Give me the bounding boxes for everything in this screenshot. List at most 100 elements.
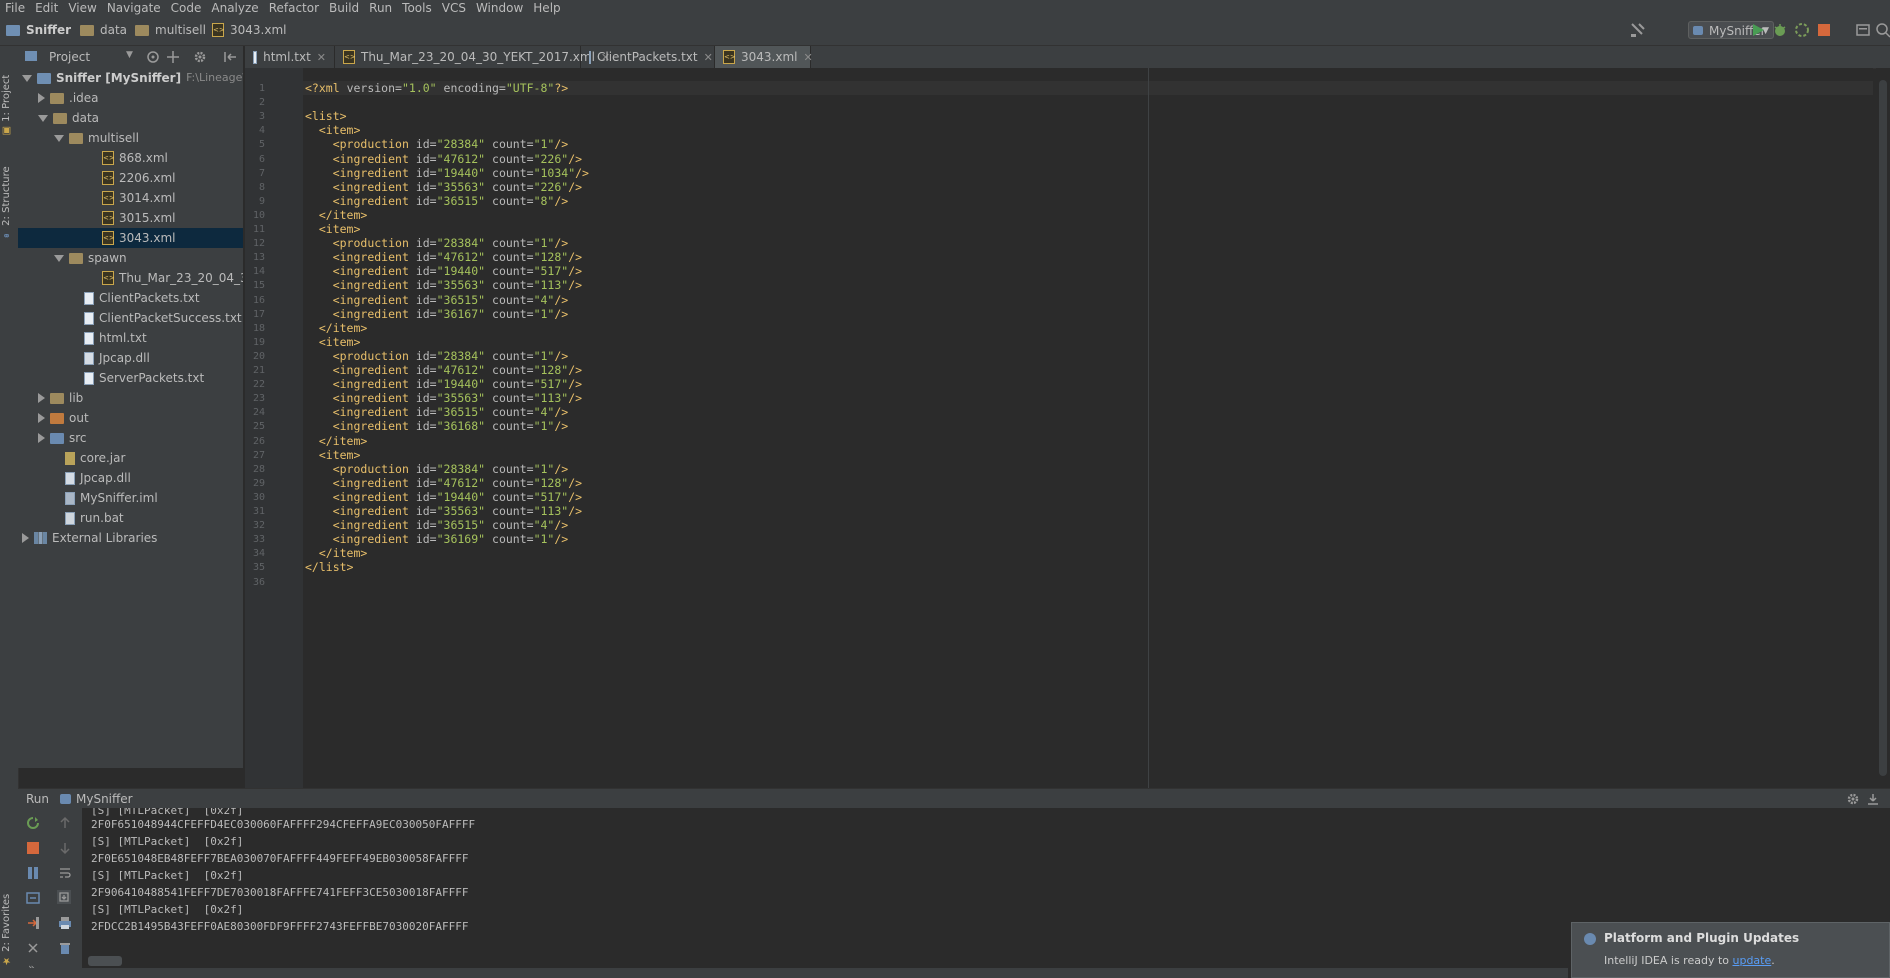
scroll-from-source-icon[interactable] xyxy=(146,50,160,64)
breadcrumb-multisell[interactable]: multisell▸ xyxy=(135,23,224,37)
close-icon[interactable]: ✕ xyxy=(317,51,326,64)
breadcrumb-project[interactable]: Sniffer▸ xyxy=(6,23,89,37)
tree-item-external-libraries[interactable]: External Libraries xyxy=(22,528,157,548)
run-play-icon[interactable] xyxy=(1750,22,1766,38)
debug-bug-icon[interactable] xyxy=(1772,22,1788,38)
tab-clientpackets-txt[interactable]: ClientPackets.txt ✕ xyxy=(581,46,715,68)
line-number: 24 xyxy=(252,407,265,419)
chevron-down-icon[interactable]: ▼ xyxy=(126,50,133,60)
tree-item-file[interactable]: ClientPacketSuccess.txt xyxy=(84,308,242,328)
expand-arrow-icon[interactable] xyxy=(38,114,48,122)
tree-item-file[interactable]: ClientPackets.txt xyxy=(84,288,200,308)
stop-icon[interactable] xyxy=(1816,22,1832,38)
tree-item-lib[interactable]: lib xyxy=(38,388,83,408)
tree-item-idea[interactable]: .idea xyxy=(38,88,99,108)
update-notification[interactable]: Platform and Plugin Updates IntelliJ IDE… xyxy=(1571,922,1890,978)
tree-item-file[interactable]: <> 3014.xml xyxy=(102,188,175,208)
collapse-arrow-icon[interactable] xyxy=(38,413,45,423)
project-structure-icon[interactable] xyxy=(1855,22,1871,38)
print-icon[interactable] xyxy=(58,916,72,930)
soft-wrap-icon[interactable] xyxy=(58,866,72,880)
tree-item-spawn[interactable]: spawn xyxy=(54,248,127,268)
console-line: 2F0F651048944CFEFFD4EC030060FAFFFF294CFE… xyxy=(91,818,476,831)
breadcrumb-file[interactable]: <> 3043.xml xyxy=(212,23,286,37)
menu-vcs[interactable]: VCS xyxy=(437,1,471,15)
gear-icon[interactable] xyxy=(193,50,207,64)
project-view-selector[interactable]: Project xyxy=(49,50,90,64)
collapse-arrow-icon[interactable] xyxy=(38,433,45,443)
exit-icon[interactable] xyxy=(26,916,40,930)
menu-tools[interactable]: Tools xyxy=(397,1,437,15)
menu-navigate[interactable]: Navigate xyxy=(102,1,166,15)
tree-item-file[interactable]: ServerPackets.txt xyxy=(84,368,204,388)
menu-window[interactable]: Window xyxy=(471,1,528,15)
arrow-up-icon[interactable] xyxy=(58,816,72,830)
tree-item-file[interactable]: MySniffer.iml xyxy=(65,488,158,508)
pause-icon[interactable] xyxy=(26,866,40,880)
menu-view[interactable]: View xyxy=(63,1,101,15)
tree-item-file[interactable]: core.jar xyxy=(65,448,125,468)
folder-icon xyxy=(50,92,64,104)
tree-root[interactable]: Sniffer [MySniffer] F:\Lineage\Sni xyxy=(22,68,243,88)
scroll-to-end-icon[interactable] xyxy=(57,890,71,904)
collapse-arrow-icon[interactable] xyxy=(38,393,45,403)
vertical-scrollbar[interactable]: ✓ xyxy=(1876,68,1890,788)
menu-file[interactable]: File xyxy=(0,1,30,15)
tree-item-file[interactable]: html.txt xyxy=(84,328,147,348)
menu-code[interactable]: Code xyxy=(166,1,207,15)
expand-arrow-icon[interactable] xyxy=(22,74,32,82)
tab-html-txt[interactable]: html.txt ✕ xyxy=(245,46,335,68)
tab-thu-mar-xml[interactable]: <> Thu_Mar_23_20_04_30_YEKT_2017.xml ✕ xyxy=(335,46,610,68)
update-link[interactable]: update xyxy=(1733,954,1772,967)
close-icon[interactable]: ✕ xyxy=(704,51,713,64)
structure-tool-window-tab[interactable]: ⚭ 2: Structure xyxy=(1,150,12,240)
coverage-icon[interactable] xyxy=(1794,22,1810,38)
collapse-arrow-icon[interactable] xyxy=(22,533,29,543)
project-tool-window-tab[interactable]: ▣ 1: Project xyxy=(1,56,12,136)
dll-file-icon xyxy=(84,351,94,365)
dump-threads-icon[interactable] xyxy=(26,891,40,905)
menu-run[interactable]: Run xyxy=(364,1,397,15)
tree-item-multisell[interactable]: multisell xyxy=(54,128,139,148)
tree-item-out[interactable]: out xyxy=(38,408,89,428)
tree-item-file[interactable]: Jpcap.dll xyxy=(84,348,150,368)
scroll-thumb[interactable] xyxy=(1879,80,1887,776)
menu-edit[interactable]: Edit xyxy=(30,1,63,15)
hide-panel-icon[interactable] xyxy=(223,50,237,64)
horizontal-scrollbar[interactable] xyxy=(88,956,122,966)
build-hammer-icon[interactable] xyxy=(1629,21,1647,39)
expand-arrow-icon[interactable] xyxy=(54,254,64,262)
stop-icon[interactable] xyxy=(26,841,40,855)
tree-item-src[interactable]: src xyxy=(38,428,87,448)
code-line: <production id="28384" count="1"/> xyxy=(332,236,569,251)
tree-item-file[interactable]: Jpcap.dll xyxy=(65,468,131,488)
collapse-all-icon[interactable] xyxy=(166,50,180,64)
gear-icon[interactable] xyxy=(1846,792,1860,806)
collapse-arrow-icon[interactable] xyxy=(38,93,45,103)
expand-arrow-icon[interactable] xyxy=(54,134,64,142)
tree-item-file[interactable]: <> 3015.xml xyxy=(102,208,175,228)
line-number: 22 xyxy=(252,379,265,391)
favorites-tool-window-tab[interactable]: ★ 2: Favorites xyxy=(1,886,12,966)
menu-refactor[interactable]: Refactor xyxy=(264,1,324,15)
code-line: <item> xyxy=(318,222,361,236)
arrow-down-icon[interactable] xyxy=(58,841,72,855)
menu-analyze[interactable]: Analyze xyxy=(206,1,263,15)
hide-panel-icon[interactable] xyxy=(1866,792,1880,806)
folder-icon xyxy=(69,252,83,264)
tree-item-file[interactable]: run.bat xyxy=(65,508,124,528)
code-editor[interactable]: <?xml version="1.0" encoding="UTF-8"?> <l… xyxy=(303,68,1873,788)
tab-3043-xml[interactable]: <> 3043.xml ✕ xyxy=(715,46,813,68)
tree-item-file-selected[interactable]: <> 3043.xml xyxy=(102,228,175,248)
search-icon[interactable] xyxy=(1875,22,1890,38)
menu-build[interactable]: Build xyxy=(324,1,364,15)
tree-item-file[interactable]: <> 868.xml xyxy=(102,148,168,168)
tree-item-file[interactable]: <> 2206.xml xyxy=(102,168,175,188)
rerun-icon[interactable] xyxy=(26,816,40,830)
menu-help[interactable]: Help xyxy=(528,1,565,15)
close-icon[interactable] xyxy=(26,941,40,955)
tree-item-data[interactable]: data xyxy=(38,108,99,128)
close-icon[interactable]: ✕ xyxy=(803,51,812,64)
tree-item-file[interactable]: <> Thu_Mar_23_20_04_30_Y xyxy=(102,268,243,288)
trash-icon[interactable] xyxy=(58,941,72,955)
